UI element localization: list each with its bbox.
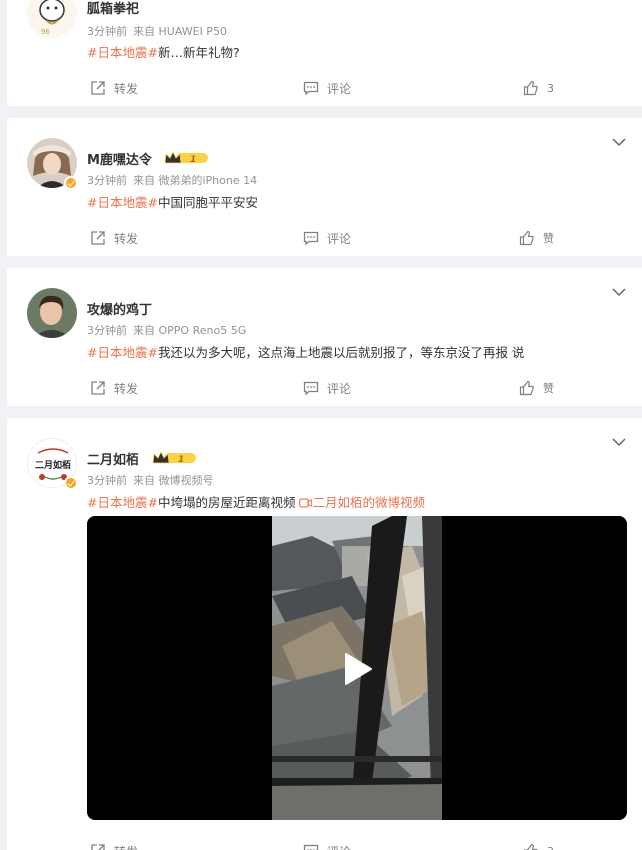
post-body: 中垮塌的房屋近距离视频 — [157, 495, 296, 510]
repost-button[interactable]: 转发 — [90, 841, 138, 850]
like-button[interactable]: 赞 — [519, 228, 554, 248]
chevron-down-icon[interactable] — [612, 437, 626, 447]
chevron-down-icon[interactable] — [612, 287, 626, 297]
like-button[interactable]: 赞 — [519, 378, 554, 398]
author-name[interactable]: M鹿嘿达令 — [87, 149, 152, 168]
verified-badge-icon — [64, 476, 78, 490]
comment-button[interactable]: 评论 — [303, 841, 351, 850]
post-time[interactable]: 3分钟前 — [87, 174, 127, 187]
post-time[interactable]: 3分钟前 — [87, 324, 127, 337]
post-source: 来自 微弟弟的iPhone 14 — [133, 174, 258, 187]
post-meta: 3分钟前 来自 HUAWEI P50 — [87, 23, 233, 39]
post-meta: 3分钟前 来自 OPPO Reno5 5G — [87, 322, 252, 338]
level-number: 1 — [190, 155, 196, 165]
avatar[interactable] — [27, 288, 77, 338]
comment-bubble-icon — [303, 381, 319, 396]
comment-label: 评论 — [327, 231, 352, 246]
like-count: 3 — [547, 845, 554, 850]
post-meta: 3分钟前 来自 微博视频号 — [87, 472, 220, 488]
post-text: #日本地震#新…新年礼物? — [87, 42, 240, 61]
repost-label: 转发 — [114, 843, 138, 850]
like-count: 3 — [547, 81, 554, 95]
post-text: #日本地震#中国同胞平平安安 — [87, 192, 258, 211]
post-actions: 转发 评论 赞 — [7, 378, 642, 398]
repost-button[interactable]: 转发 — [90, 378, 138, 398]
like-label: 赞 — [543, 232, 554, 245]
like-button[interactable]: 3 — [523, 78, 554, 98]
hashtag-link[interactable]: #日本地震# — [87, 495, 158, 510]
repost-label: 转发 — [114, 81, 139, 96]
thumbs-up-icon — [519, 380, 534, 396]
video-link[interactable]: 二月如栢的微博视频 — [299, 495, 425, 510]
crown-level-icon[interactable]: 1 — [164, 151, 210, 165]
video-player[interactable] — [87, 516, 627, 820]
video-camera-icon — [299, 498, 313, 508]
repost-button[interactable]: 转发 — [90, 228, 138, 248]
hashtag-link[interactable]: #日本地震# — [87, 195, 158, 210]
repost-button[interactable]: 转发 — [90, 78, 138, 98]
thumbs-up-icon — [519, 230, 534, 246]
comment-bubble-icon — [303, 231, 319, 246]
post-actions: 转发 评论 3 — [7, 841, 642, 850]
comment-label: 评论 — [327, 843, 351, 850]
post-meta: 3分钟前 来自 微弟弟的iPhone 14 — [87, 172, 263, 188]
crown-level-icon[interactable]: 1 — [152, 451, 198, 465]
verified-badge-icon — [64, 176, 78, 190]
weibo-feed: 96 胍箱拳祀 3分钟前 来自 HUAWEI P50 #日本地震#新…新年礼物? … — [0, 0, 642, 850]
post-text: #日本地震#中垮塌的房屋近距离视频 二月如栢的微博视频 — [87, 492, 425, 511]
like-label: 赞 — [543, 382, 554, 395]
share-box-icon — [91, 844, 105, 850]
level-number: 1 — [178, 455, 184, 465]
share-box-icon — [91, 231, 105, 245]
hashtag-link[interactable]: #日本地震# — [87, 345, 158, 360]
comment-button[interactable]: 评论 — [303, 228, 351, 248]
like-button[interactable]: 3 — [523, 841, 554, 850]
post-source: 来自 微博视频号 — [133, 474, 214, 487]
comment-bubble-icon — [303, 844, 319, 850]
comment-bubble-icon — [303, 81, 319, 96]
post-time[interactable]: 3分钟前 — [87, 474, 127, 487]
post-actions: 转发 评论 赞 — [7, 228, 642, 248]
post-card: 攻爆的鸡丁 3分钟前 来自 OPPO Reno5 5G #日本地震#我还以为多大呢… — [7, 268, 642, 406]
thumbs-up-icon — [523, 80, 538, 96]
post-card: M鹿嘿达令 1 3分钟前 来自 微弟弟的iPhone 14 #日本地震#中国同胞平… — [7, 118, 642, 256]
post-body: 我还以为多大呢，这点海上地震以后就别报了，等东京没了再报 说 — [157, 345, 525, 360]
author-name[interactable]: 攻爆的鸡丁 — [87, 299, 152, 318]
hashtag-link[interactable]: #日本地震# — [87, 45, 158, 60]
author-name[interactable]: 二月如栢 — [87, 449, 139, 468]
avatar-text: 二月如栢 — [35, 459, 71, 471]
post-card: 二月如栢 二月如栢 1 3分钟前 来自 微博视频号 #日本地震#中垮塌的房屋近距离… — [7, 418, 642, 850]
post-body: 中国同胞平平安安 — [157, 195, 258, 210]
svg-text:96: 96 — [41, 28, 50, 36]
comment-button[interactable]: 评论 — [303, 78, 351, 98]
post-body: 新…新年礼物? — [157, 45, 240, 60]
post-card: 96 胍箱拳祀 3分钟前 来自 HUAWEI P50 #日本地震#新…新年礼物? … — [7, 0, 642, 106]
comment-button[interactable]: 评论 — [303, 378, 351, 398]
video-link-label: 二月如栢的微博视频 — [312, 495, 425, 510]
post-actions: 转发 评论 3 — [7, 78, 642, 98]
repost-label: 转发 — [114, 381, 139, 396]
repost-label: 转发 — [114, 231, 139, 246]
comment-label: 评论 — [327, 81, 352, 96]
author-name[interactable]: 胍箱拳祀 — [87, 0, 139, 17]
share-box-icon — [91, 381, 105, 395]
post-source: 来自 OPPO Reno5 5G — [133, 324, 247, 337]
avatar[interactable]: 96 — [27, 0, 77, 38]
comment-label: 评论 — [327, 381, 352, 396]
thumbs-up-icon — [523, 843, 538, 850]
post-text: #日本地震#我还以为多大呢，这点海上地震以后就别报了，等东京没了再报 说 — [87, 342, 524, 361]
play-icon[interactable] — [343, 652, 373, 686]
chevron-down-icon[interactable] — [612, 137, 626, 147]
share-box-icon — [91, 81, 105, 95]
post-source: 来自 HUAWEI P50 — [133, 25, 227, 38]
post-time[interactable]: 3分钟前 — [87, 25, 127, 38]
